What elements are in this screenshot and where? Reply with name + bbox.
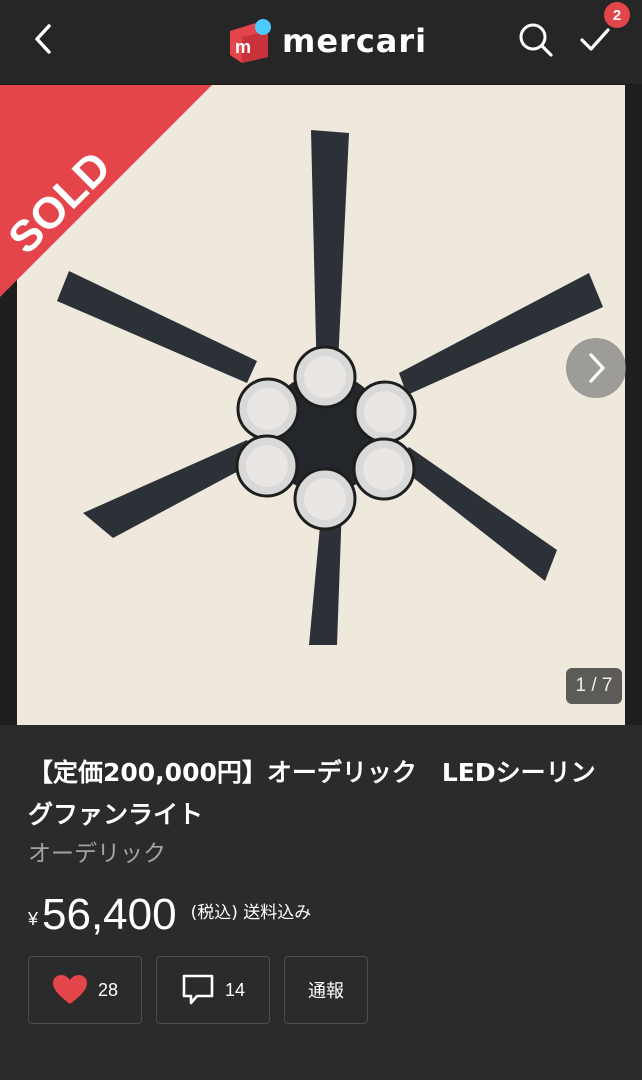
chevron-right-icon [589, 353, 605, 383]
app-header: m mercari 2 [0, 0, 642, 85]
chevron-left-icon [35, 24, 51, 54]
back-button[interactable] [22, 18, 66, 62]
sold-ribbon: SOLD [0, 85, 220, 305]
report-button[interactable]: 通報 [284, 956, 368, 1024]
next-image-button[interactable] [566, 338, 626, 398]
logo-text: mercari [282, 22, 428, 60]
image-counter: 1 / 7 [566, 668, 622, 704]
search-icon [519, 23, 553, 57]
like-button[interactable]: 28 [28, 956, 142, 1024]
price-row: ¥ 56,400 (税込) 送料込み [28, 880, 311, 940]
report-label: 通報 [308, 981, 344, 1002]
comment-count: 14 [224, 979, 246, 1000]
item-actions: 28 14 通報 [28, 956, 368, 1024]
currency-symbol: ¥ [28, 909, 39, 929]
comment-button[interactable]: 14 [156, 956, 270, 1024]
comment-icon [182, 974, 214, 1005]
mercari-logo[interactable]: m mercari [226, 14, 427, 68]
tax-shipping-note: (税込) 送料込み [190, 903, 312, 923]
search-button[interactable] [514, 18, 558, 62]
product-image-gallery[interactable]: SOLD 1 / 7 [0, 85, 642, 725]
mercari-box-icon: m [226, 17, 274, 65]
svg-text:m: m [235, 37, 251, 57]
item-price: 56,400 [42, 890, 177, 939]
item-brand[interactable]: オーデリック [28, 834, 166, 868]
item-title: 【定価200,000円】オーデリック LEDシーリングファンライト [28, 758, 596, 829]
like-count: 28 [97, 979, 119, 1000]
heart-icon [52, 975, 87, 1004]
notification-badge: 2 [604, 2, 630, 28]
